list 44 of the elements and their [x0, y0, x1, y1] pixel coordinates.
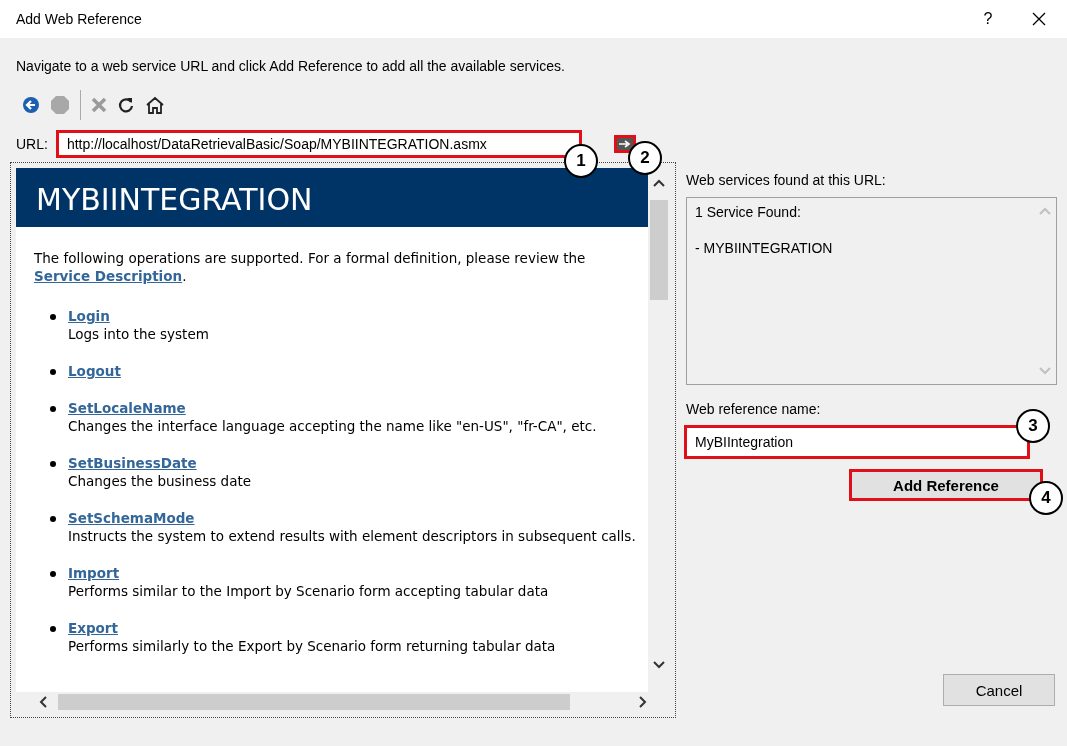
- operation-link[interactable]: SetBusinessDate: [68, 455, 197, 471]
- operation-link[interactable]: SetLocaleName: [68, 400, 186, 416]
- window-title: Add Web Reference: [16, 11, 143, 27]
- operation-description: Changes the business date: [68, 472, 253, 490]
- bullet-icon: [50, 571, 56, 577]
- back-icon[interactable]: [22, 96, 40, 114]
- operation-description: Instructs the system to extend results with element descriptors in subsequent calls.: [68, 527, 637, 545]
- operation-link[interactable]: Logout: [68, 363, 121, 379]
- home-icon[interactable]: [145, 96, 165, 114]
- cancel-button[interactable]: Cancel: [943, 674, 1055, 706]
- callout-number: 4: [1029, 481, 1063, 515]
- scrollbar-thumb[interactable]: [58, 694, 570, 710]
- operation-description: Logs into the system: [68, 325, 210, 343]
- service-description-link[interactable]: Service Description: [34, 268, 183, 284]
- bullet-icon: [50, 626, 56, 632]
- scrollbar-thumb[interactable]: [650, 200, 668, 300]
- services-label: Web services found at this URL:: [686, 172, 887, 188]
- service-line: 1 Service Found:: [695, 204, 802, 220]
- bullet-icon: [50, 461, 56, 467]
- add-reference-button[interactable]: Add Reference: [851, 471, 1041, 499]
- reference-name-label: Web reference name:: [686, 401, 822, 417]
- operation-link[interactable]: Export: [68, 620, 118, 636]
- help-button[interactable]: ?: [965, 10, 1011, 28]
- operation-link[interactable]: Login: [68, 308, 110, 324]
- operation-description: Changes the interface language accepting the name like "en-US", "fr-CA", etc.: [68, 417, 598, 435]
- bullet-icon: [50, 369, 56, 375]
- callout-number: 3: [1016, 409, 1050, 443]
- operation-link[interactable]: Import: [68, 565, 120, 581]
- operation-link[interactable]: SetSchemaMode: [68, 510, 195, 526]
- refresh-icon[interactable]: [117, 96, 135, 114]
- operation-description: Performs similar to the Import by Scenario form accepting tabular data: [68, 582, 550, 600]
- close-icon[interactable]: [1032, 12, 1046, 26]
- page-heading: MYBIINTEGRATION: [16, 168, 648, 227]
- reference-name-field[interactable]: MyBIIntegration: [686, 427, 1028, 457]
- intro-text: The following operations are supported. For a formal definition, please review the Service Description.: [34, 249, 587, 285]
- go-button[interactable]: [615, 137, 634, 151]
- instruction-text: Navigate to a web service URL and click Add Reference to add all the available services.: [15, 57, 566, 76]
- bullet-icon: [50, 516, 56, 522]
- arrow-icon: [618, 140, 631, 148]
- bullet-icon: [50, 406, 56, 412]
- url-label: URL:: [16, 136, 48, 152]
- bullet-icon: [50, 314, 56, 320]
- operation-description: Performs similarly to the Export by Scenario form returning tabular data: [68, 637, 557, 655]
- service-line: - MYBIINTEGRATION: [695, 240, 834, 256]
